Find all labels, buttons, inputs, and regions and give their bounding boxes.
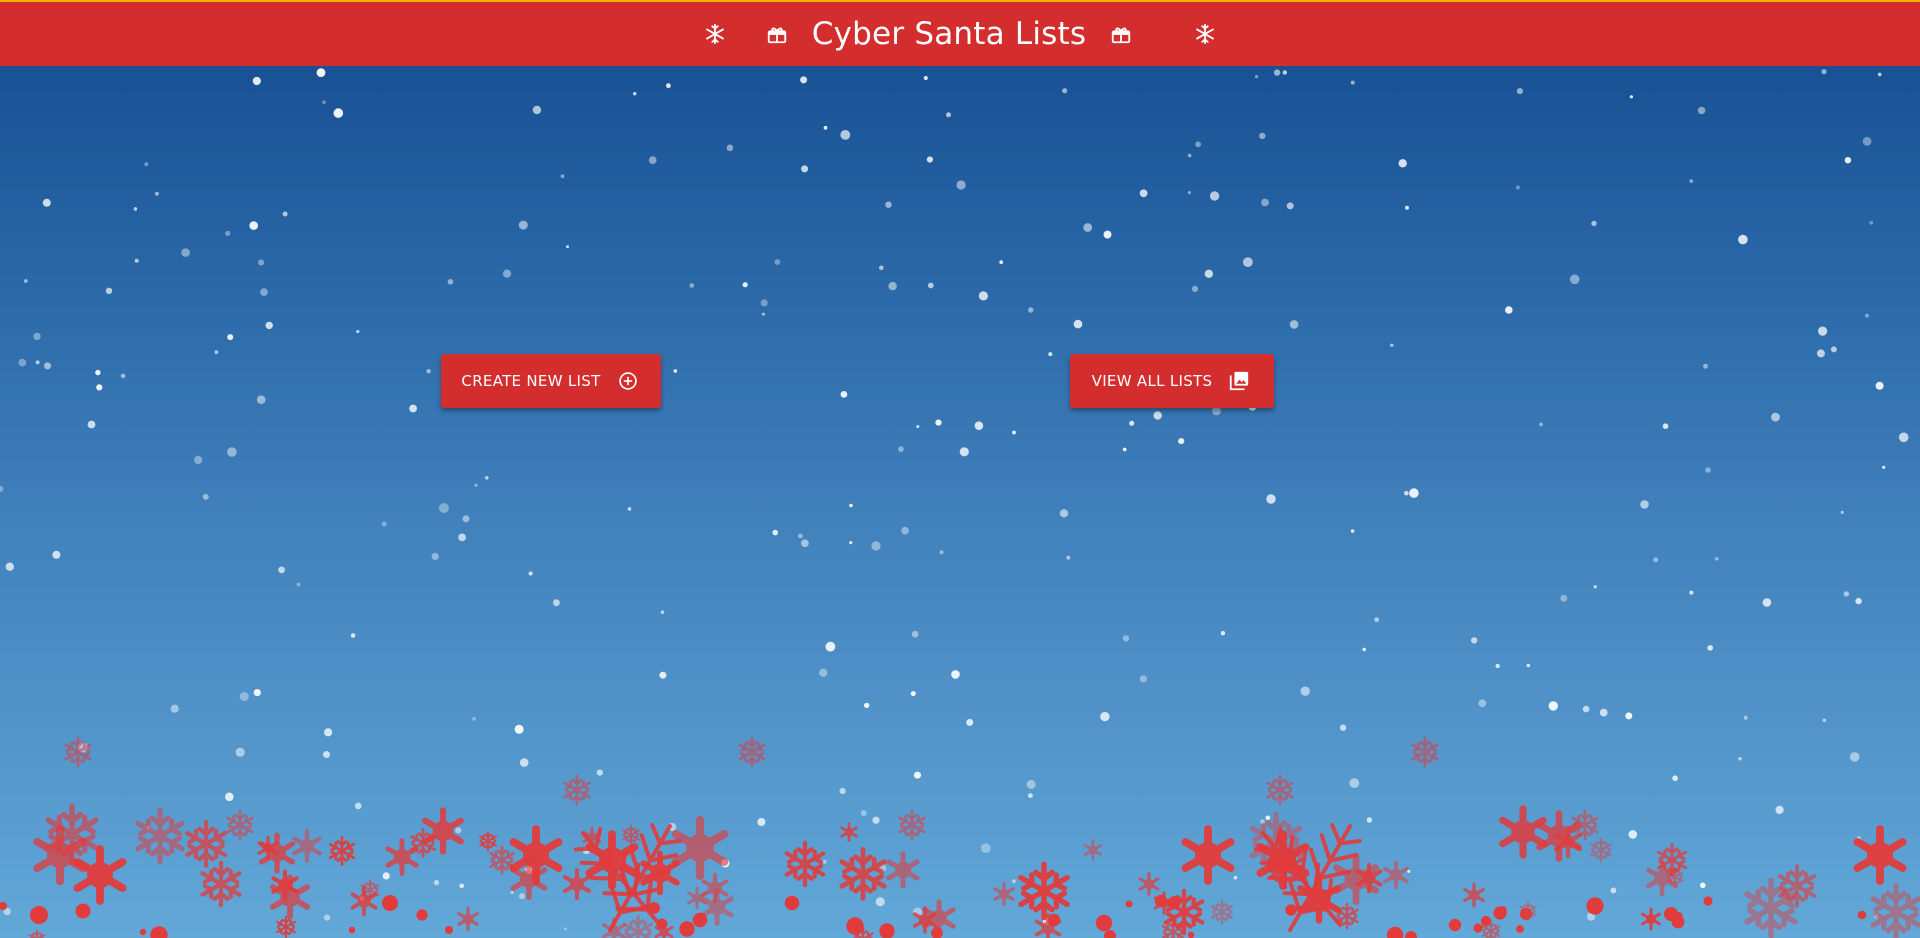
red-snowflake [294, 831, 319, 860]
red-snowflake [1857, 829, 1902, 881]
red-snowflake [1463, 882, 1485, 908]
photo-library-icon [1226, 368, 1252, 394]
red-snowflake [565, 870, 589, 898]
red-snowflake [842, 850, 884, 899]
red-berry [656, 918, 668, 930]
red-berry [150, 926, 168, 938]
red-berry [75, 903, 91, 919]
red-snowflake [840, 822, 858, 842]
red-snowflake [563, 774, 591, 806]
red-berry [692, 912, 708, 928]
red-snowflake [622, 824, 640, 846]
red-berry [1125, 900, 1133, 908]
red-snowflake [457, 906, 479, 932]
red-berry [1703, 896, 1713, 906]
red-berry [0, 901, 8, 911]
red-snowflake [328, 836, 356, 866]
red-berry [139, 928, 147, 936]
red-snowflake [1873, 886, 1919, 938]
red-berry [1857, 910, 1867, 920]
red-snowflake [479, 830, 497, 852]
snowflake-icon [1192, 21, 1218, 47]
red-snowflake [1138, 872, 1160, 896]
red-snowflake [993, 881, 1015, 907]
gift-icon [1108, 21, 1134, 47]
red-berry [445, 926, 453, 934]
red-snowflake [138, 810, 182, 861]
gift-icon [764, 21, 790, 47]
red-berry [30, 906, 48, 924]
red-snowflake [787, 843, 824, 885]
app-root: Cyber Santa Lists CREATE NEW LIST VIEW A… [0, 0, 1920, 938]
red-berry [1104, 930, 1116, 938]
create-new-list-button[interactable]: CREATE NEW LIST [441, 354, 661, 408]
red-snowflake [1747, 880, 1795, 935]
view-all-lists-label: VIEW ALL LISTS [1091, 372, 1213, 390]
red-berry [679, 921, 695, 937]
red-berry [1448, 918, 1462, 932]
red-berry [1285, 904, 1297, 916]
red-snowflake [701, 872, 729, 904]
view-all-lists-button[interactable]: VIEW ALL LISTS [1070, 354, 1274, 408]
red-snowflake [1266, 774, 1294, 806]
red-berry [382, 895, 398, 911]
red-berry [784, 895, 800, 911]
red-berry [1405, 931, 1417, 938]
red-berry [1516, 925, 1524, 933]
red-berry [846, 917, 864, 935]
decorative-snowflake-border [0, 736, 1920, 938]
title-group: Cyber Santa Lists [702, 16, 1218, 52]
red-berry [879, 923, 895, 938]
red-berry [1047, 913, 1061, 927]
red-snowflake [1641, 907, 1661, 931]
red-berry [648, 902, 660, 914]
red-berry [1480, 915, 1492, 927]
add-circle-icon [615, 368, 641, 394]
red-snowflake [889, 854, 917, 887]
create-new-list-label: CREATE NEW LIST [461, 372, 601, 390]
red-snowflake [738, 736, 766, 768]
red-snowflake [187, 822, 225, 866]
red-snowflake [262, 835, 293, 871]
red-berry [1154, 894, 1168, 908]
red-snowflake [1021, 864, 1067, 917]
red-snowflake [203, 863, 240, 906]
red-snowflake [276, 915, 296, 938]
red-berry [1671, 915, 1685, 929]
red-berry [1386, 926, 1404, 938]
red-berry [1169, 896, 1181, 908]
red-snowflake [1083, 839, 1103, 861]
red-snowflake [1411, 736, 1439, 768]
red-snowflake [1383, 860, 1409, 890]
red-snowflake [226, 809, 254, 841]
snowflake-icon [702, 21, 728, 47]
top-bar: Cyber Santa Lists [0, 0, 1920, 66]
red-berry [1095, 914, 1113, 932]
red-snowflake [676, 820, 724, 876]
red-snowflake [77, 849, 122, 901]
red-snowflake [28, 929, 46, 938]
red-berry [1586, 897, 1604, 915]
red-berry [1473, 923, 1483, 933]
red-berry [348, 926, 356, 934]
red-berry [1520, 908, 1532, 920]
red-berry [1493, 906, 1507, 920]
red-berry [1187, 931, 1195, 938]
red-berry [416, 909, 428, 921]
page-title: Cyber Santa Lists [811, 16, 1087, 52]
red-snowflake [898, 809, 926, 841]
red-snowflake [622, 914, 654, 938]
red-snowflake [1210, 899, 1234, 925]
red-snowflake [388, 841, 416, 874]
red-snowflake [1589, 837, 1613, 863]
red-snowflake [64, 736, 92, 768]
red-snowflake [1185, 829, 1230, 881]
